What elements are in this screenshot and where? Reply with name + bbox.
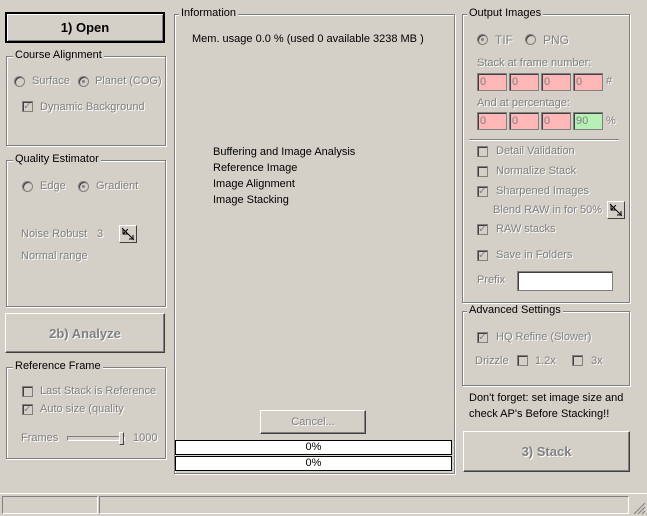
drizzle-1-5x-label: 1.2x xyxy=(535,355,556,367)
reference-frame-group: Reference Frame Last Stack is Reference … xyxy=(6,360,166,459)
step-image-alignment: Image Alignment xyxy=(213,178,295,190)
memory-usage-text: Mem. usage 0.0 % (used 0 available 3238 … xyxy=(192,33,424,45)
information-title: Information xyxy=(179,7,239,19)
save-in-folders-checkbox[interactable]: ✓ xyxy=(477,250,488,261)
planet-radio[interactable] xyxy=(78,76,89,87)
frame-number-2[interactable]: 0 xyxy=(509,73,539,91)
blend-raw-adjust-button[interactable] xyxy=(607,201,625,219)
output-separator xyxy=(469,139,619,141)
detail-validation-checkbox[interactable] xyxy=(477,146,488,157)
drizzle-1-5x-checkbox[interactable] xyxy=(517,355,528,366)
analyze-button[interactable]: 2b) Analyze xyxy=(5,313,165,353)
percentage-1[interactable]: 0 xyxy=(477,112,507,130)
gradient-label: Gradient xyxy=(96,180,139,192)
png-label: PNG xyxy=(543,33,570,47)
auto-size-checkbox[interactable]: ✓ xyxy=(22,404,33,415)
stacking-reminder-note: Don't forget: set image size and check A… xyxy=(469,392,624,420)
prefix-input[interactable] xyxy=(517,271,613,291)
status-bar-panel-1 xyxy=(2,496,98,514)
reference-frame-title: Reference Frame xyxy=(13,360,103,372)
surface-radio[interactable] xyxy=(14,76,25,87)
quality-estimator-group: Quality Estimator Edge Gradient Noise Ro… xyxy=(6,153,166,307)
percentage-3[interactable]: 0 xyxy=(541,112,571,130)
frames-label: Frames xyxy=(21,432,59,444)
stack-at-frame-label: Stack at frame number: xyxy=(477,57,592,69)
step-image-stacking: Image Stacking xyxy=(213,194,289,206)
status-bar xyxy=(0,493,647,516)
quality-estimator-title: Quality Estimator xyxy=(13,153,101,165)
drizzle-3x-checkbox[interactable] xyxy=(572,355,583,366)
frame-suffix: # xyxy=(606,75,613,87)
normalize-stack-checkbox[interactable] xyxy=(477,166,488,177)
sharpened-images-checkbox[interactable]: ✓ xyxy=(477,186,488,197)
frame-number-1[interactable]: 0 xyxy=(477,73,507,91)
tif-label: TIF xyxy=(495,33,513,47)
progress-bar-1: 0% xyxy=(175,440,452,455)
hq-refine-checkbox[interactable]: ✓ xyxy=(477,332,488,343)
progress-bar-2: 0% xyxy=(175,456,452,471)
hq-refine-label: HQ Refine (Slower) xyxy=(496,331,592,343)
step-reference-image: Reference Image xyxy=(213,162,298,174)
sharpened-images-label: Sharpened Images xyxy=(496,185,589,197)
drizzle-3x-label: 3x xyxy=(591,355,603,367)
detail-validation-label: Detail Validation xyxy=(496,145,575,157)
edge-radio[interactable] xyxy=(22,181,33,192)
advanced-settings-title: Advanced Settings xyxy=(467,304,563,316)
noise-robust-adjust-button[interactable] xyxy=(119,225,137,243)
course-alignment-group: Course Alignment Surface Planet (COG) ✓ … xyxy=(6,49,166,146)
frame-number-4[interactable]: 0 xyxy=(573,73,603,91)
frame-number-3[interactable]: 0 xyxy=(541,73,571,91)
raw-stacks-label: RAW stacks xyxy=(496,223,556,235)
cancel-button[interactable]: Cancel... xyxy=(260,410,366,434)
percentage-2[interactable]: 0 xyxy=(509,112,539,130)
normal-range-label: Normal range xyxy=(21,250,88,262)
tif-radio[interactable] xyxy=(477,34,488,45)
output-images-title: Output Images xyxy=(467,7,544,19)
dynamic-background-checkbox[interactable]: ✓ xyxy=(22,101,33,112)
at-percentage-label: And at percentage: xyxy=(477,97,570,109)
save-in-folders-label: Save in Folders xyxy=(496,249,573,261)
normalize-stack-label: Normalize Stack xyxy=(496,165,577,177)
planet-label: Planet (COG) xyxy=(95,75,162,87)
noise-robust-value: 3 xyxy=(97,228,104,240)
last-stack-label: Last Stack is Reference xyxy=(40,385,157,397)
blend-raw-label: Blend RAW in for 50% xyxy=(493,204,603,216)
diagonal-arrow-icon xyxy=(121,227,135,241)
resize-grip-icon[interactable] xyxy=(632,501,646,515)
raw-stacks-checkbox[interactable]: ✓ xyxy=(477,224,488,235)
gradient-radio[interactable] xyxy=(78,181,89,192)
frames-value: 1000 xyxy=(133,432,158,444)
open-button[interactable]: 1) Open xyxy=(5,12,165,43)
prefix-label: Prefix xyxy=(477,274,506,286)
status-bar-panel-2 xyxy=(99,496,629,514)
course-alignment-title: Course Alignment xyxy=(13,49,104,61)
dynamic-background-label: Dynamic Background xyxy=(40,101,145,113)
drizzle-label: Drizzle xyxy=(475,355,509,367)
percentage-suffix: % xyxy=(606,115,616,127)
advanced-settings-group: Advanced Settings ✓ HQ Refine (Slower) D… xyxy=(462,304,630,386)
last-stack-checkbox[interactable] xyxy=(22,386,33,397)
stack-button[interactable]: 3) Stack xyxy=(463,431,630,472)
diagonal-arrow-icon xyxy=(609,203,623,217)
step-buffering: Buffering and Image Analysis xyxy=(213,146,356,158)
auto-size-label: Auto size (quality xyxy=(40,403,124,415)
edge-label: Edge xyxy=(40,180,66,192)
information-group: Information Mem. usage 0.0 % (used 0 ava… xyxy=(174,7,455,474)
frames-slider-thumb[interactable] xyxy=(119,432,124,445)
output-images-group: Output Images TIF PNG Stack at frame num… xyxy=(462,7,630,303)
png-radio[interactable] xyxy=(525,34,536,45)
percentage-4[interactable]: 90 xyxy=(573,112,603,130)
surface-label: Surface xyxy=(32,75,70,87)
frames-slider[interactable] xyxy=(67,436,125,441)
noise-robust-label: Noise Robust xyxy=(21,228,88,240)
